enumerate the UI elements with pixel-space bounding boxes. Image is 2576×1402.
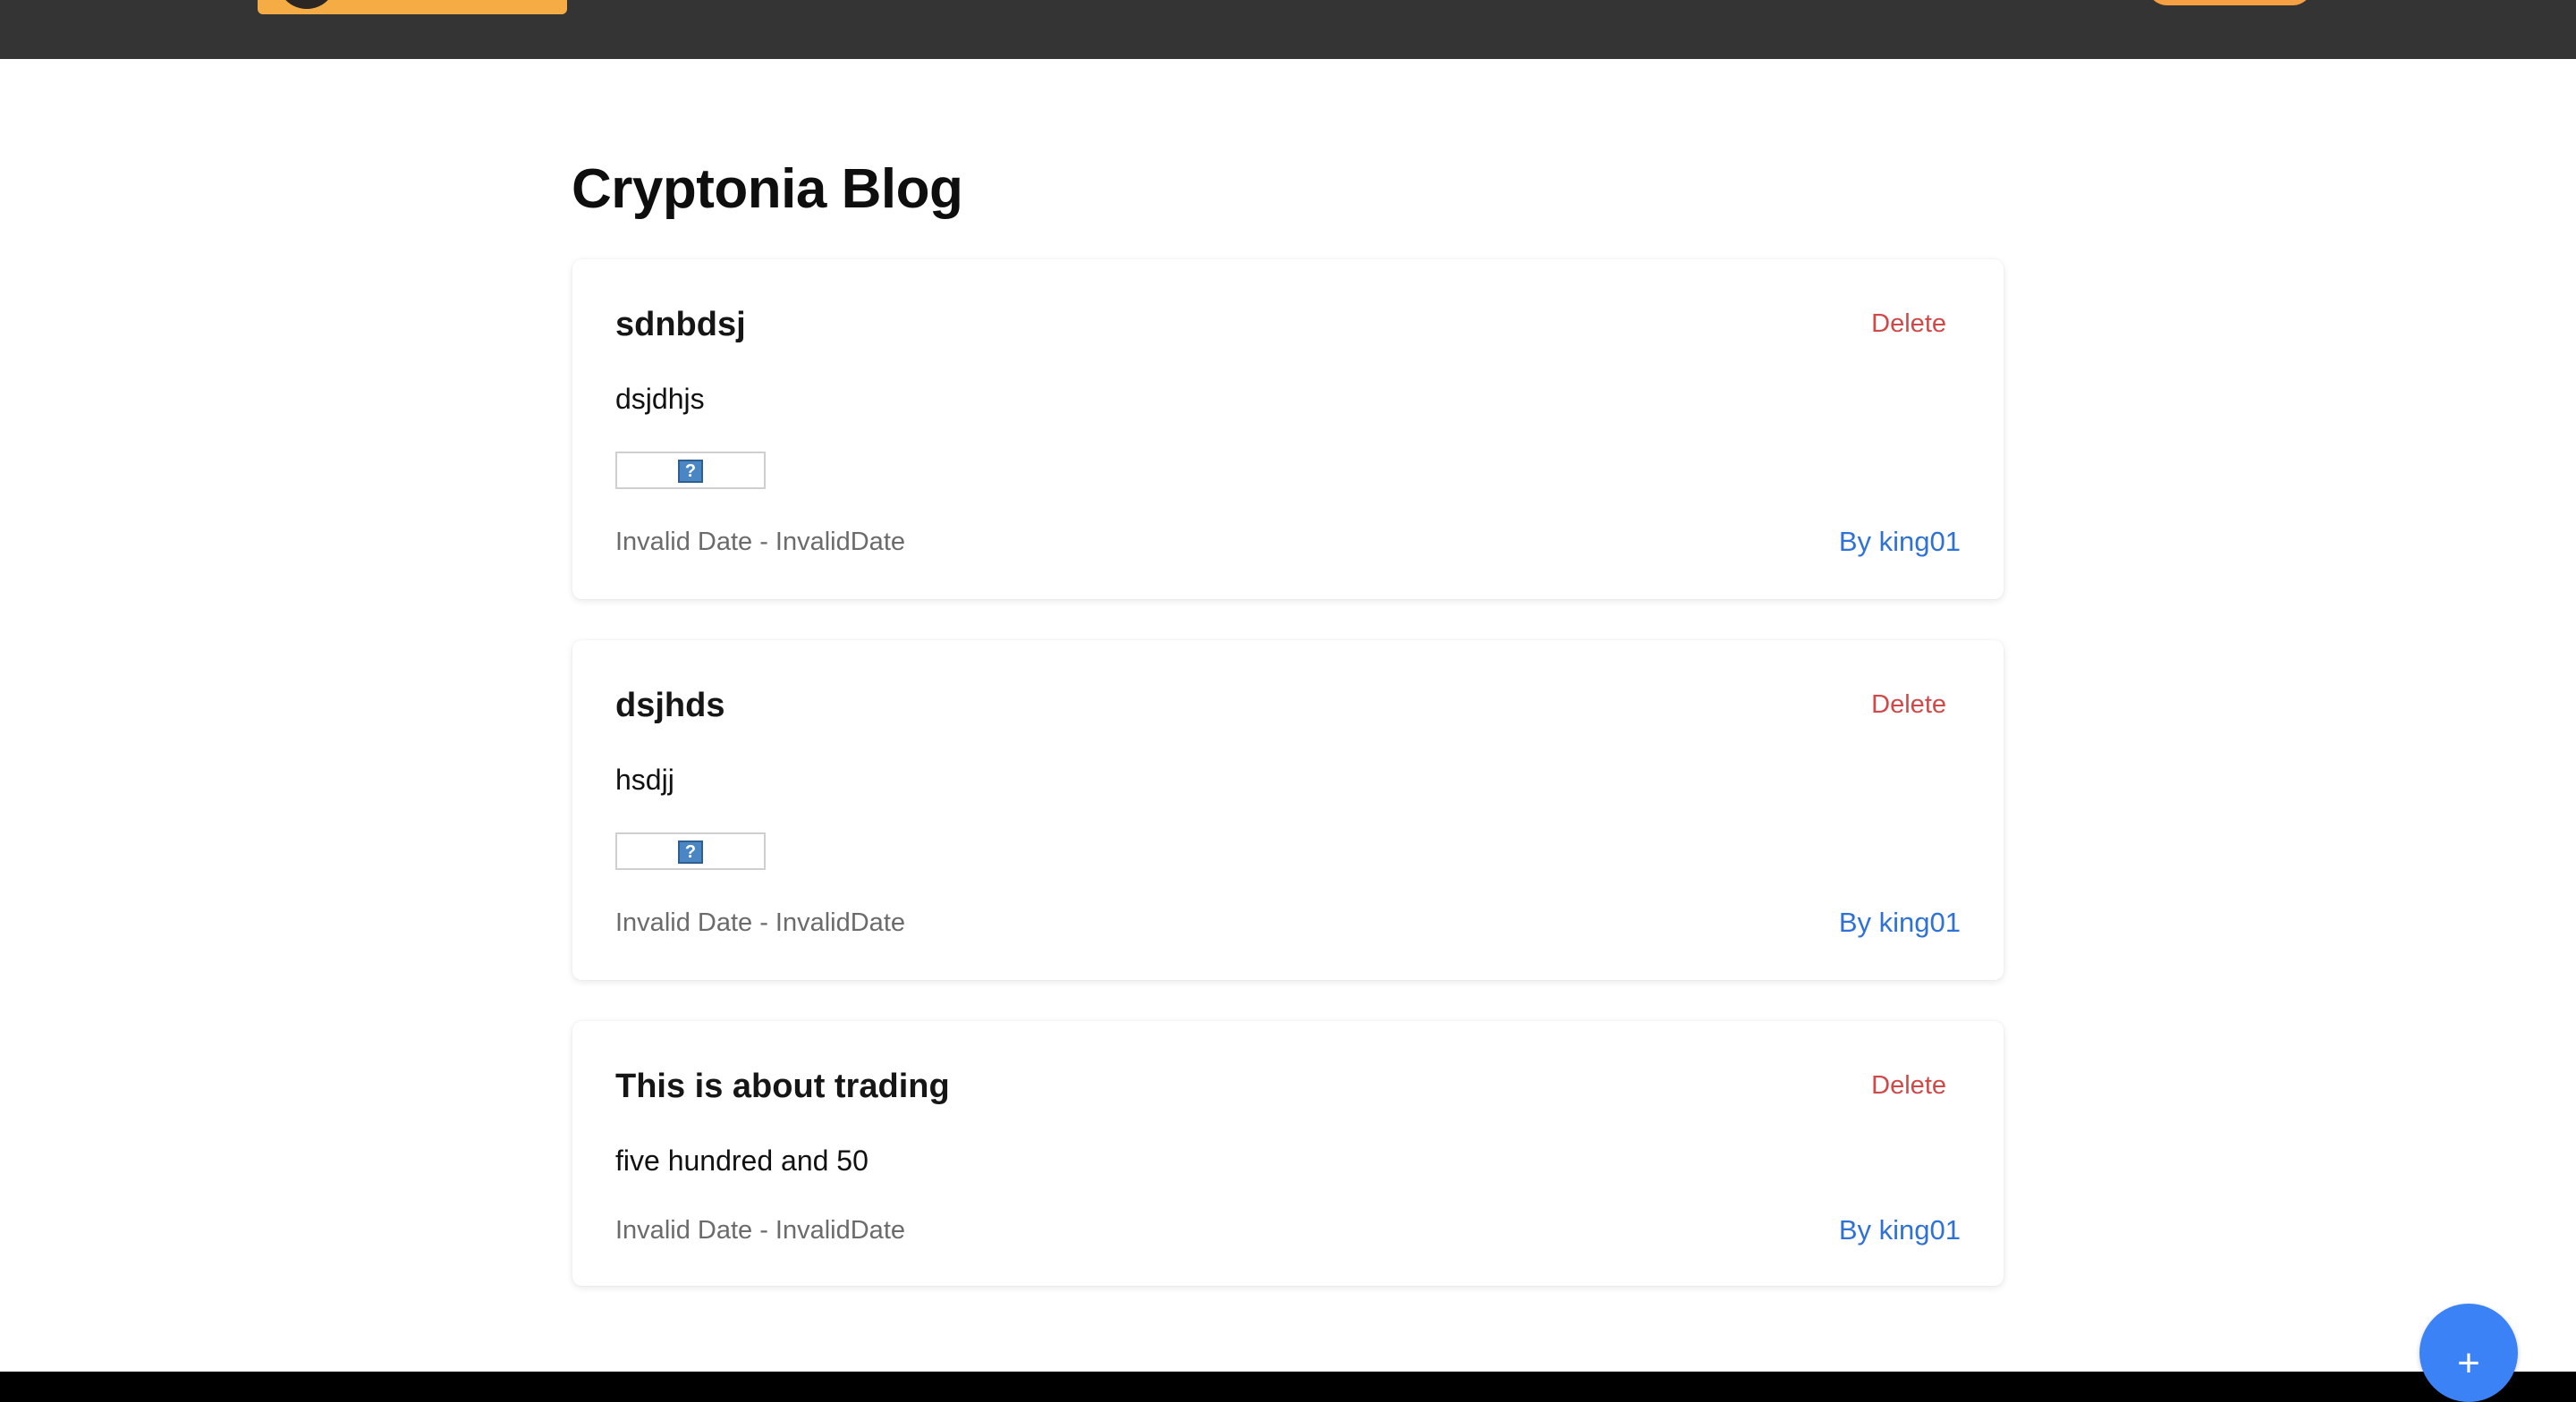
- post-card: dsjhds Delete hsdjj ? Invalid Date - Inv…: [572, 640, 2004, 980]
- post-author-link[interactable]: By king01: [1839, 1212, 1961, 1248]
- post-title: dsjhds: [615, 687, 725, 724]
- broken-image-icon: ?: [678, 840, 703, 864]
- post-body: hsdjj: [615, 764, 674, 796]
- delete-button[interactable]: Delete: [1871, 306, 1946, 342]
- page-title: Cryptonia Blog: [572, 158, 963, 220]
- brand-logo[interactable]: [258, 0, 567, 14]
- post-author-link[interactable]: By king01: [1839, 905, 1961, 941]
- top-navbar: [0, 0, 2576, 59]
- post-body: dsjdhjs: [615, 383, 705, 415]
- post-card: sdnbdsj Delete dsjdhjs ? Invalid Date - …: [572, 259, 2004, 599]
- broken-image-icon: ?: [678, 460, 703, 483]
- post-date: Invalid Date - InvalidDate: [615, 1216, 905, 1245]
- delete-button[interactable]: Delete: [1871, 1068, 1946, 1103]
- post-image: ?: [615, 452, 766, 489]
- post-image: ?: [615, 832, 766, 870]
- post-date: Invalid Date - InvalidDate: [615, 528, 905, 556]
- post-date: Invalid Date - InvalidDate: [615, 908, 905, 937]
- page-footer: [0, 1372, 2576, 1402]
- post-body: five hundred and 50: [615, 1144, 869, 1177]
- post-author-link[interactable]: By king01: [1839, 524, 1961, 560]
- post-title: This is about trading: [615, 1068, 950, 1105]
- post-title: sdnbdsj: [615, 306, 746, 343]
- delete-button[interactable]: Delete: [1871, 687, 1946, 722]
- logo-mark-icon: [277, 0, 336, 9]
- add-post-button[interactable]: +: [2419, 1304, 2518, 1402]
- nav-action-button[interactable]: [2147, 0, 2313, 5]
- plus-icon: +: [2457, 1341, 2480, 1385]
- post-card: This is about trading Delete five hundre…: [572, 1021, 2004, 1286]
